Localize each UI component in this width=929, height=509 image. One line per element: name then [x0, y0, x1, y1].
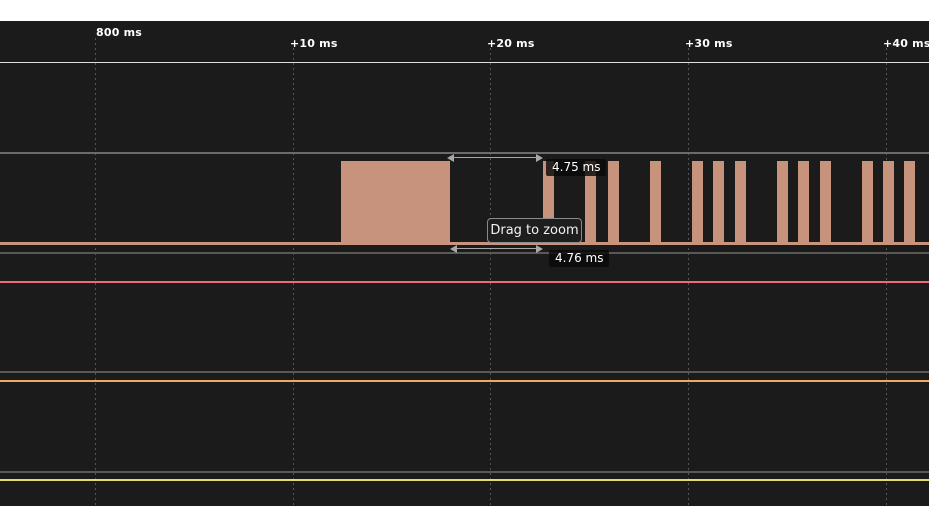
time-gridline	[688, 48, 689, 506]
activity-block	[341, 161, 450, 242]
activity-bar	[713, 161, 724, 242]
measurement-label: 4.76 ms	[549, 250, 609, 267]
profiler-timeline: 800 ms +10 ms +20 ms +30 ms +40 ms 4.75 ms 4.…	[0, 0, 929, 509]
time-gridline	[95, 38, 96, 506]
activity-bar	[862, 161, 873, 242]
track-separator-1	[0, 252, 929, 254]
time-gridline	[293, 48, 294, 506]
ruler-tick-label: +30 ms	[685, 37, 733, 50]
track-separator-2	[0, 371, 929, 373]
timeline-canvas[interactable]	[0, 21, 929, 506]
tooltip-label: Drag to zoom	[490, 223, 578, 238]
time-gridline	[490, 48, 491, 506]
activity-bar	[692, 161, 703, 242]
ruler-tick-label: +20 ms	[487, 37, 535, 50]
activity-bar	[883, 161, 894, 242]
activity-baseline-salmon	[0, 242, 929, 245]
arrowhead-right-icon	[536, 154, 543, 162]
measurement-label: 4.75 ms	[546, 159, 606, 176]
committed-range-line	[0, 62, 929, 63]
measurement-arrow-line	[453, 157, 537, 158]
arrowhead-left-icon	[447, 154, 454, 162]
activity-bar	[608, 161, 619, 242]
counter-line-yellow	[0, 479, 929, 481]
time-gridline	[886, 48, 887, 506]
drag-to-zoom-tooltip: Drag to zoom	[487, 218, 582, 243]
activity-bar	[650, 161, 661, 242]
arrowhead-left-icon	[450, 245, 457, 253]
ruler-tick-label: +10 ms	[290, 37, 338, 50]
ruler-tick-label: +40 ms	[883, 37, 929, 50]
activity-bar	[798, 161, 809, 242]
track-separator-3	[0, 471, 929, 473]
counter-line-red	[0, 281, 929, 283]
ruler-tick-label: 800 ms	[96, 26, 142, 39]
counter-line-orange	[0, 380, 929, 382]
activity-bar	[735, 161, 746, 242]
arrowhead-right-icon	[536, 245, 543, 253]
activity-bar	[904, 161, 915, 242]
activity-bar	[820, 161, 831, 242]
track-separator-top	[0, 152, 929, 154]
measurement-arrow-line	[456, 248, 537, 249]
activity-bar	[777, 161, 788, 242]
